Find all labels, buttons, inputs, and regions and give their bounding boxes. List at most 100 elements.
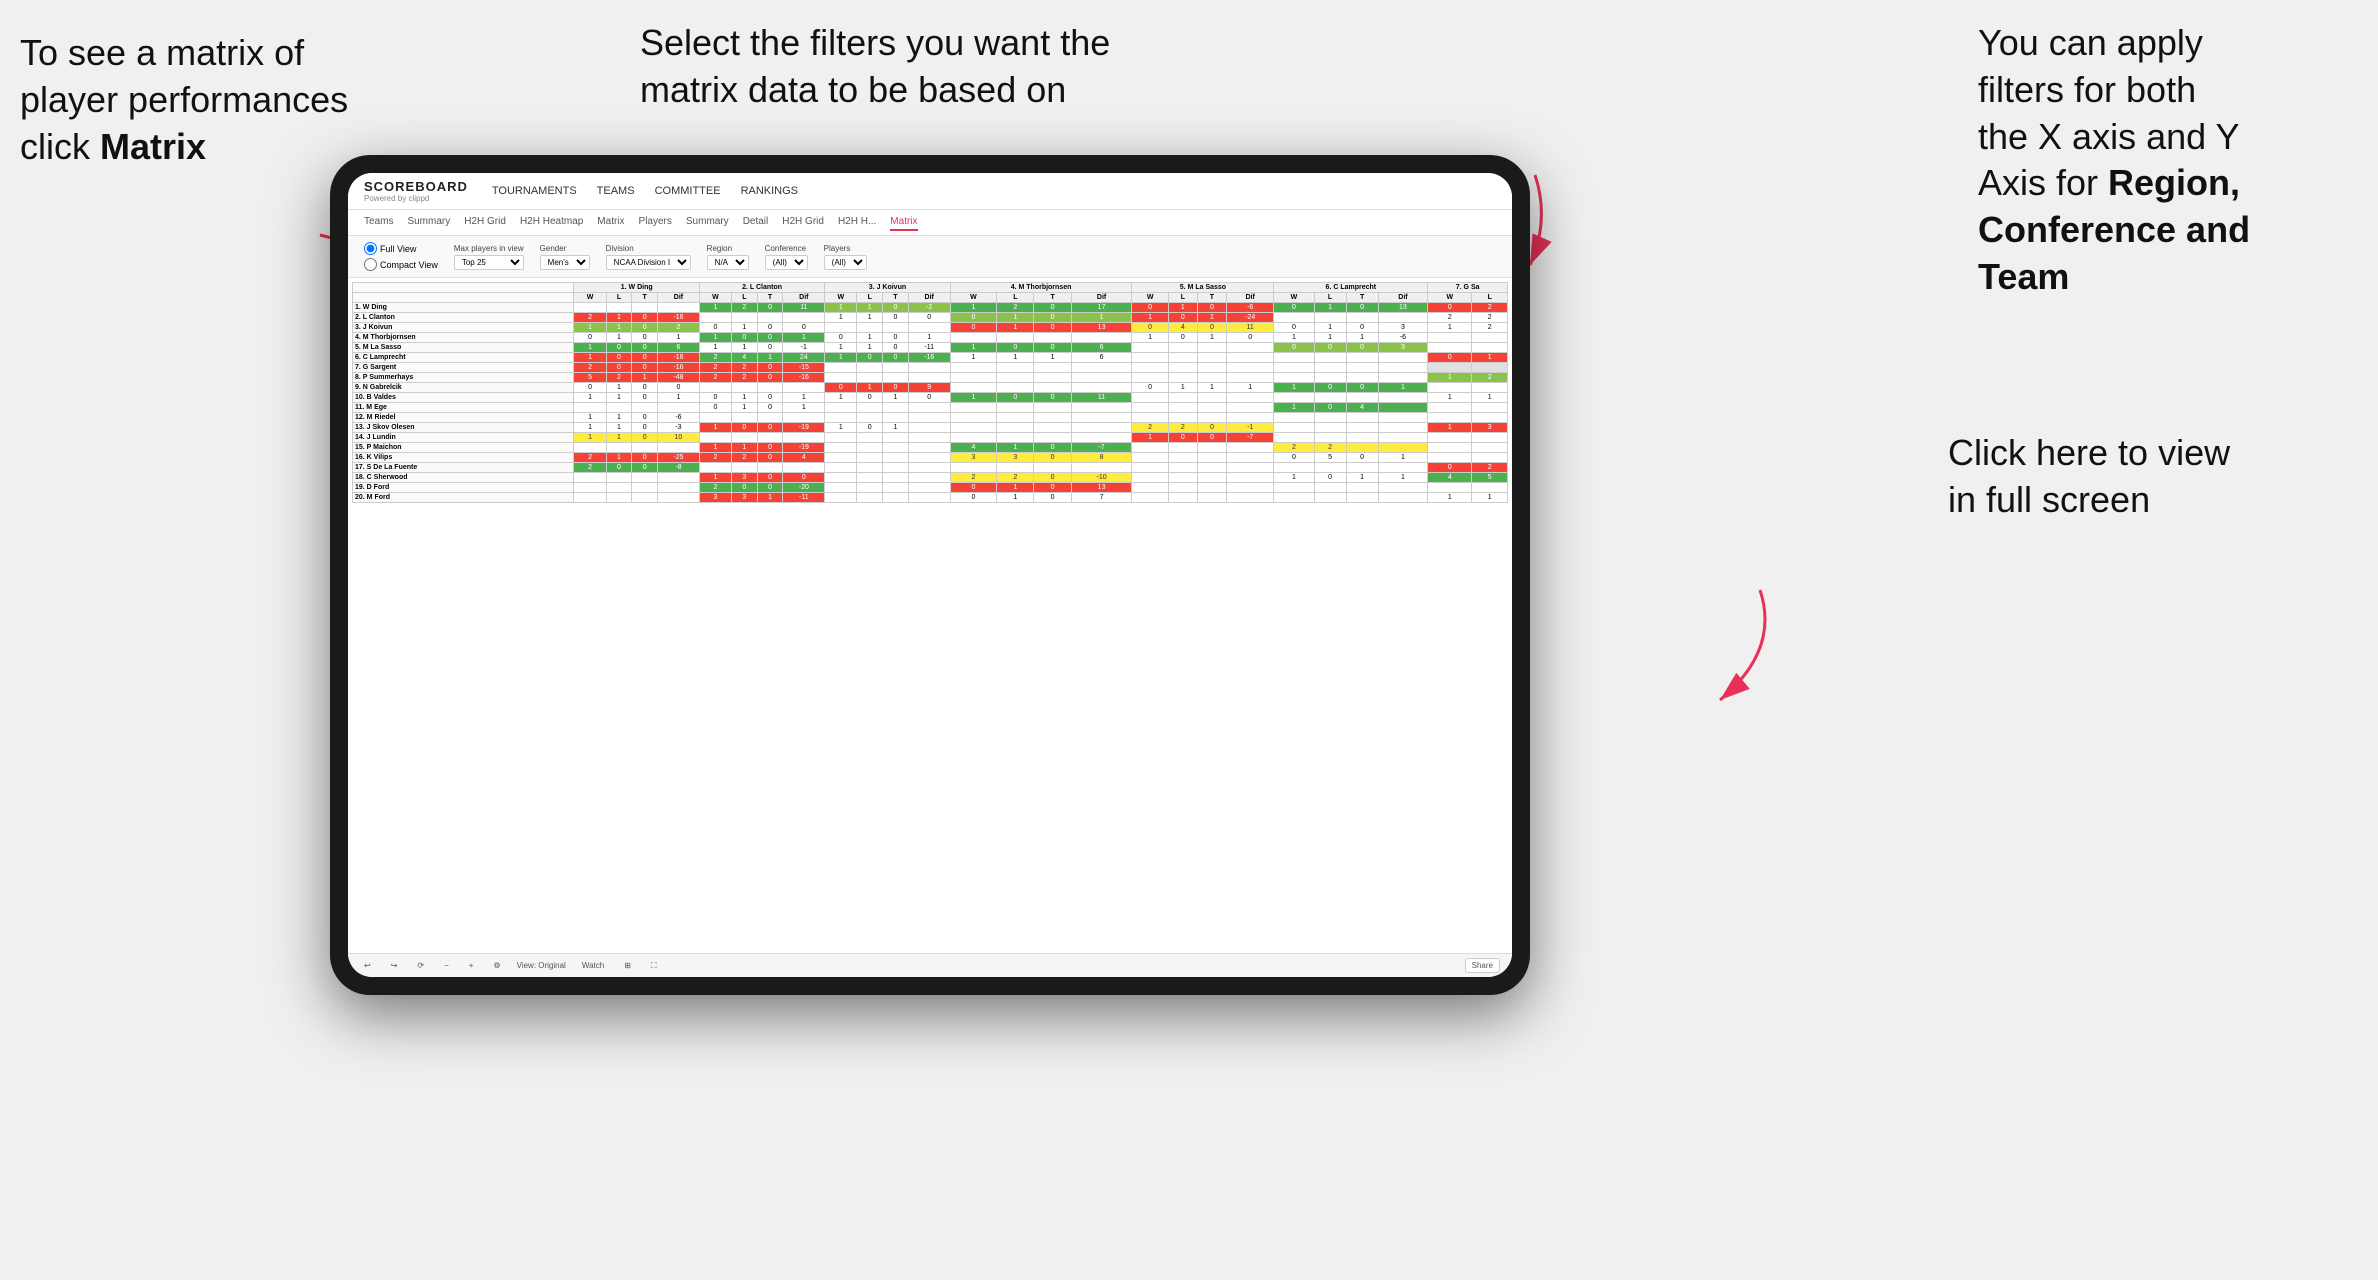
cell-18-4-0 bbox=[1132, 483, 1168, 493]
filter-gender[interactable]: Gender Men's bbox=[540, 244, 590, 270]
sh-l-3: L bbox=[857, 293, 883, 303]
cell-16-3-0 bbox=[950, 463, 997, 473]
cell-0-4-2: 0 bbox=[1197, 303, 1226, 313]
subnav-players[interactable]: Players bbox=[639, 214, 672, 231]
cell-2-0-2: 0 bbox=[632, 323, 658, 333]
subnav-summary1[interactable]: Summary bbox=[407, 214, 450, 231]
filter-players[interactable]: Players (All) bbox=[824, 244, 867, 270]
redo-button[interactable]: ↪ bbox=[387, 959, 402, 972]
nav-teams[interactable]: TEAMS bbox=[597, 185, 635, 197]
view-options[interactable]: Full View Compact View bbox=[364, 242, 438, 271]
cell-5-2-1: 0 bbox=[857, 353, 883, 363]
cell-13-1-1 bbox=[732, 433, 758, 443]
region-select[interactable]: N/A bbox=[707, 255, 749, 270]
cell-8-4-3: 1 bbox=[1226, 383, 1273, 393]
filters-bar: Full View Compact View Max players in vi… bbox=[348, 236, 1512, 278]
cell-16-5-0 bbox=[1274, 463, 1314, 473]
full-view-radio[interactable] bbox=[364, 242, 377, 255]
cell-17-2-0 bbox=[825, 473, 857, 483]
cell-19-2-0 bbox=[825, 493, 857, 503]
cell-12-4-1: 2 bbox=[1168, 423, 1197, 433]
cell-18-5-2 bbox=[1346, 483, 1378, 493]
undo-button[interactable]: ↩ bbox=[360, 959, 375, 972]
watch-button[interactable]: Watch bbox=[578, 959, 608, 972]
cell-12-5-2 bbox=[1346, 423, 1378, 433]
compact-view-label[interactable]: Compact View bbox=[364, 258, 438, 271]
cell-12-0-3: -3 bbox=[658, 423, 700, 433]
cell-1-5-3 bbox=[1378, 313, 1428, 323]
cell-7-0-3: -48 bbox=[658, 373, 700, 383]
cell-13-3-3 bbox=[1071, 433, 1132, 443]
cell-10-3-2 bbox=[1034, 403, 1071, 413]
cell-5-1-1: 4 bbox=[732, 353, 758, 363]
subnav-h2h-grid[interactable]: H2H Grid bbox=[464, 214, 506, 231]
filter-conference[interactable]: Conference (All) bbox=[765, 244, 808, 270]
full-view-label[interactable]: Full View bbox=[364, 242, 438, 255]
filter-max-players[interactable]: Max players in view Top 25 bbox=[454, 244, 524, 270]
cell-15-1-3: 4 bbox=[783, 453, 825, 463]
zoom-out-button[interactable]: − bbox=[440, 959, 453, 972]
subnav-matrix1[interactable]: Matrix bbox=[597, 214, 624, 231]
grid-view-button[interactable]: ⊞ bbox=[620, 959, 635, 972]
filter-division[interactable]: Division NCAA Division I bbox=[606, 244, 691, 270]
cell-10-0-0 bbox=[574, 403, 606, 413]
cell-10-5-3 bbox=[1378, 403, 1428, 413]
subnav-h2h-heatmap[interactable]: H2H Heatmap bbox=[520, 214, 583, 231]
cell-15-6-1 bbox=[1472, 453, 1508, 463]
cell-6-5-3 bbox=[1378, 363, 1428, 373]
cell-6-3-2 bbox=[1034, 363, 1071, 373]
subnav-matrix2[interactable]: Matrix bbox=[890, 214, 917, 231]
sub-nav[interactable]: Teams Summary H2H Grid H2H Heatmap Matri… bbox=[348, 210, 1512, 236]
matrix-area[interactable]: 1. W Ding 2. L Clanton 3. J Koivun 4. M … bbox=[348, 278, 1512, 953]
cell-1-4-1: 0 bbox=[1168, 313, 1197, 323]
subnav-h2h-grid2[interactable]: H2H Grid bbox=[782, 214, 824, 231]
conference-select[interactable]: (All) bbox=[765, 255, 808, 270]
cell-10-4-3 bbox=[1226, 403, 1273, 413]
cell-16-3-3 bbox=[1071, 463, 1132, 473]
cell-14-0-0 bbox=[574, 443, 606, 453]
compact-view-radio[interactable] bbox=[364, 258, 377, 271]
division-select[interactable]: NCAA Division I bbox=[606, 255, 691, 270]
nav-rankings[interactable]: RANKINGS bbox=[741, 185, 798, 197]
subnav-summary2[interactable]: Summary bbox=[686, 214, 729, 231]
cell-17-5-0: 1 bbox=[1274, 473, 1314, 483]
matrix-row-header-4: 5. M La Sasso bbox=[353, 343, 574, 353]
nav-committee[interactable]: COMMITTEE bbox=[655, 185, 721, 197]
cell-8-5-1: 0 bbox=[1314, 383, 1346, 393]
cell-8-5-3: 1 bbox=[1378, 383, 1428, 393]
share-button[interactable]: Share bbox=[1465, 958, 1500, 973]
cell-0-2-3: -2 bbox=[908, 303, 950, 313]
nav-links[interactable]: TOURNAMENTS TEAMS COMMITTEE RANKINGS bbox=[492, 185, 798, 197]
cell-14-5-1: 2 bbox=[1314, 443, 1346, 453]
gender-select[interactable]: Men's bbox=[540, 255, 590, 270]
cell-2-0-0: 1 bbox=[574, 323, 606, 333]
cell-4-5-3: 3 bbox=[1378, 343, 1428, 353]
cell-7-2-0 bbox=[825, 373, 857, 383]
cell-8-1-1 bbox=[732, 383, 758, 393]
cell-0-2-0: 1 bbox=[825, 303, 857, 313]
subnav-detail[interactable]: Detail bbox=[743, 214, 769, 231]
cell-5-3-0: 1 bbox=[950, 353, 997, 363]
cell-4-5-2: 0 bbox=[1346, 343, 1378, 353]
cell-0-5-3: 13 bbox=[1378, 303, 1428, 313]
zoom-in-button[interactable]: + bbox=[465, 959, 478, 972]
players-select[interactable]: (All) bbox=[824, 255, 867, 270]
cell-4-2-0: 1 bbox=[825, 343, 857, 353]
settings-button[interactable]: ⚙ bbox=[489, 959, 504, 972]
refresh-button[interactable]: ⟳ bbox=[413, 959, 428, 972]
cell-3-1-0: 1 bbox=[699, 333, 731, 343]
cell-12-1-3: -19 bbox=[783, 423, 825, 433]
sh-l-7: L bbox=[1472, 293, 1508, 303]
cell-18-1-3: -20 bbox=[783, 483, 825, 493]
fullscreen-button[interactable]: ⛶ bbox=[647, 959, 661, 973]
region-label: Region bbox=[707, 244, 749, 253]
cell-6-3-1 bbox=[997, 363, 1034, 373]
subnav-teams[interactable]: Teams bbox=[364, 214, 393, 231]
cell-15-2-2 bbox=[883, 453, 909, 463]
nav-tournaments[interactable]: TOURNAMENTS bbox=[492, 185, 577, 197]
filter-region[interactable]: Region N/A bbox=[707, 244, 749, 270]
subnav-h2h-h[interactable]: H2H H... bbox=[838, 214, 876, 231]
cell-19-3-0: 0 bbox=[950, 493, 997, 503]
cell-9-4-1 bbox=[1168, 393, 1197, 403]
max-players-select[interactable]: Top 25 bbox=[454, 255, 524, 270]
